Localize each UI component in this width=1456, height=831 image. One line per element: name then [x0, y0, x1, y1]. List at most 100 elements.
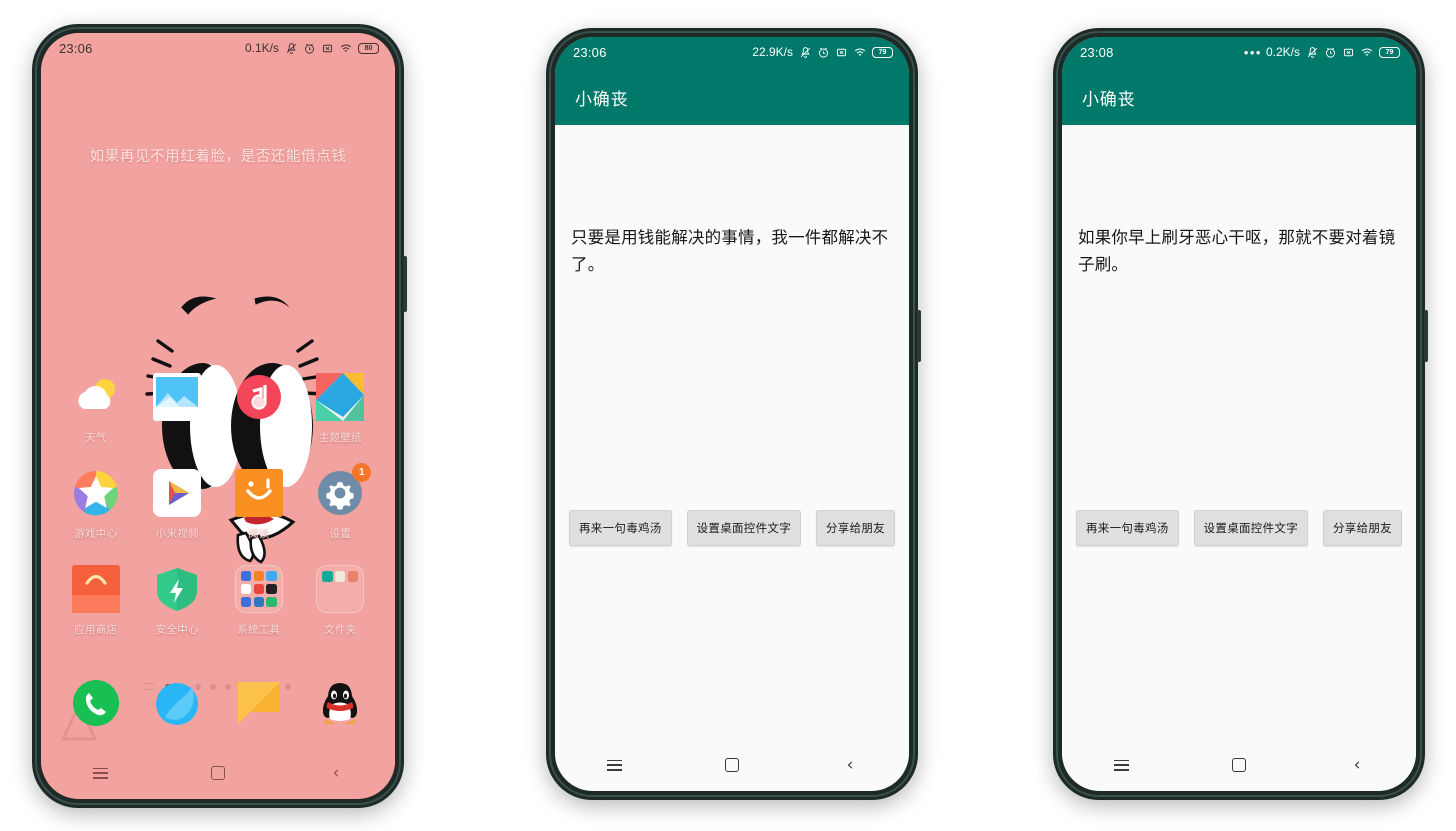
status-badge: 1	[352, 463, 372, 482]
app-icon-settings[interactable]: 1 设置	[300, 463, 382, 565]
system-tools-folder-icon	[234, 565, 283, 613]
network-speed: 0.2K/s	[1265, 45, 1300, 59]
back-button[interactable]: ‹	[824, 745, 876, 785]
home-button[interactable]	[706, 745, 758, 785]
app-screen-2: 23:08 ••• 0.2K/s 79 小确丧 如果你早上刷牙恶心干呕，那就不要…	[1062, 37, 1416, 791]
recents-icon	[92, 767, 108, 779]
app-icon-gallery[interactable]	[137, 373, 219, 469]
home-button[interactable]	[1213, 745, 1265, 785]
home-icon	[211, 766, 225, 780]
browser-icon	[156, 683, 199, 725]
back-button[interactable]: ‹	[310, 753, 362, 793]
app-content: 如果你早上刷牙恶心干呕，那就不要对着镜子刷。 再来一句毒鸡汤 设置桌面控件文字 …	[1062, 125, 1416, 739]
screenshot-stage: 23:06 0.1K/s 80 如果再见不用红着脸，是否还能借点钱 天气 主题壁…	[0, 0, 1456, 831]
back-icon: ‹	[332, 762, 340, 783]
app-icon-mi-video[interactable]: 小米视频	[137, 469, 219, 565]
app-bar: 23:06 22.9K/s 79 小确丧	[555, 37, 909, 125]
qq-icon	[323, 683, 358, 724]
app-bar: 23:08 ••• 0.2K/s 79 小确丧	[1062, 37, 1416, 125]
home-icon	[725, 758, 739, 772]
home-button[interactable]	[192, 753, 244, 793]
status-bar: 23:06 0.1K/s 80	[41, 33, 395, 63]
app-label: 小米视频	[155, 528, 199, 540]
app-label: 阅读	[247, 528, 270, 540]
dock-icon-qq[interactable]	[300, 678, 382, 737]
recents-button[interactable]	[74, 753, 126, 793]
desktop-widget-text[interactable]: 如果再见不用红着脸，是否还能借点钱	[41, 145, 395, 166]
app-store-icon	[71, 565, 120, 613]
quote-text: 只要是用钱能解决的事情，我一件都解决不了。	[571, 229, 889, 274]
share-button[interactable]: 分享给朋友	[815, 510, 895, 546]
app-icon-music[interactable]	[218, 373, 300, 469]
wifi-icon	[854, 47, 866, 56]
status-bar: 23:06 22.9K/s 79	[555, 37, 909, 67]
recents-button[interactable]	[1095, 745, 1147, 785]
phone-mockup-app-1: 23:06 22.9K/s 79 小确丧 只要是用钱能解决的事情，我一件都解决不…	[546, 28, 921, 800]
themes-icon	[316, 373, 365, 421]
battery-level: 79	[1385, 48, 1394, 56]
folder-icon	[316, 565, 365, 613]
dock-icon-messages[interactable]	[218, 678, 300, 737]
mi-video-icon	[153, 469, 202, 517]
phone-icon	[72, 680, 119, 726]
network-speed: 0.1K/s	[244, 41, 279, 55]
quote-text: 如果你早上刷牙恶心干呕，那就不要对着镜子刷。	[1078, 229, 1396, 274]
dock-icon-browser[interactable]	[137, 678, 219, 737]
no-sim-icon	[1343, 48, 1354, 56]
app-icon-security-center[interactable]: 安全中心	[137, 565, 219, 661]
alarm-icon	[304, 43, 315, 54]
wifi-icon	[340, 43, 352, 52]
battery-level: 80	[364, 44, 373, 52]
status-bar: 23:08 ••• 0.2K/s 79	[1062, 37, 1416, 67]
wifi-icon	[1361, 47, 1373, 56]
reading-icon	[234, 469, 283, 517]
action-button-row: 再来一句毒鸡汤 设置桌面控件文字 分享给朋友	[1076, 510, 1402, 546]
back-button[interactable]: ‹	[1331, 745, 1383, 785]
alarm-icon	[818, 47, 829, 58]
notification-dots-icon: •••	[1243, 44, 1262, 60]
app-label: 安全中心	[155, 624, 199, 636]
no-sim-icon	[836, 48, 847, 56]
set-widget-text-button[interactable]: 设置桌面控件文字	[1193, 510, 1308, 546]
recents-icon	[1113, 759, 1129, 771]
dock	[55, 678, 381, 737]
app-content: 只要是用钱能解决的事情，我一件都解决不了。 再来一句毒鸡汤 设置桌面控件文字 分…	[555, 125, 909, 739]
app-label: 主题壁纸	[318, 432, 362, 444]
battery-icon: 80	[358, 42, 379, 54]
alarm-icon	[1325, 47, 1336, 58]
recents-button[interactable]	[588, 745, 640, 785]
page-title: 小确丧	[575, 90, 629, 109]
home-icon	[1232, 758, 1246, 772]
battery-level: 79	[878, 48, 887, 56]
messages-icon	[237, 682, 280, 724]
back-icon: ‹	[1353, 754, 1361, 775]
battery-icon: 79	[1379, 46, 1400, 58]
app-icon-weather[interactable]: 天气	[55, 373, 137, 469]
set-widget-text-button[interactable]: 设置桌面控件文字	[686, 510, 801, 546]
app-icon-folder[interactable]: 文件夹	[300, 565, 382, 661]
mute-icon	[286, 42, 297, 54]
navigation-bar: ‹	[555, 739, 909, 791]
battery-icon: 79	[872, 46, 893, 58]
phone-mockup-home: 23:06 0.1K/s 80 如果再见不用红着脸，是否还能借点钱 天气 主题壁…	[32, 24, 407, 808]
next-quote-button[interactable]: 再来一句毒鸡汤	[569, 510, 672, 546]
status-clock: 23:06	[59, 40, 93, 56]
navigation-bar: ‹	[41, 747, 395, 799]
dock-icon-phone[interactable]	[55, 678, 137, 737]
no-sim-icon	[322, 44, 333, 52]
mute-icon	[800, 46, 811, 58]
recents-icon	[606, 759, 622, 771]
next-quote-button[interactable]: 再来一句毒鸡汤	[1076, 510, 1179, 546]
share-button[interactable]: 分享给朋友	[1322, 510, 1402, 546]
app-icon-themes[interactable]: 主题壁纸	[300, 373, 382, 469]
app-icon-system-tools-folder[interactable]: 系统工具	[218, 565, 300, 661]
app-icon-game-center[interactable]: 游戏中心	[55, 469, 137, 565]
status-clock: 23:08	[1080, 44, 1114, 60]
app-icon-app-store[interactable]: 应用商店	[55, 565, 137, 661]
app-grid: 天气 主题壁纸 游戏中心 小米视频 阅读 1 设置 应用商店 安全中心 系统工具…	[55, 373, 381, 661]
app-screen-1: 23:06 22.9K/s 79 小确丧 只要是用钱能解决的事情，我一件都解决不…	[555, 37, 909, 791]
app-label: 文件夹	[324, 624, 357, 636]
app-icon-reading[interactable]: 阅读	[218, 469, 300, 565]
page-title: 小确丧	[1082, 90, 1136, 109]
status-clock: 23:06	[573, 44, 607, 60]
